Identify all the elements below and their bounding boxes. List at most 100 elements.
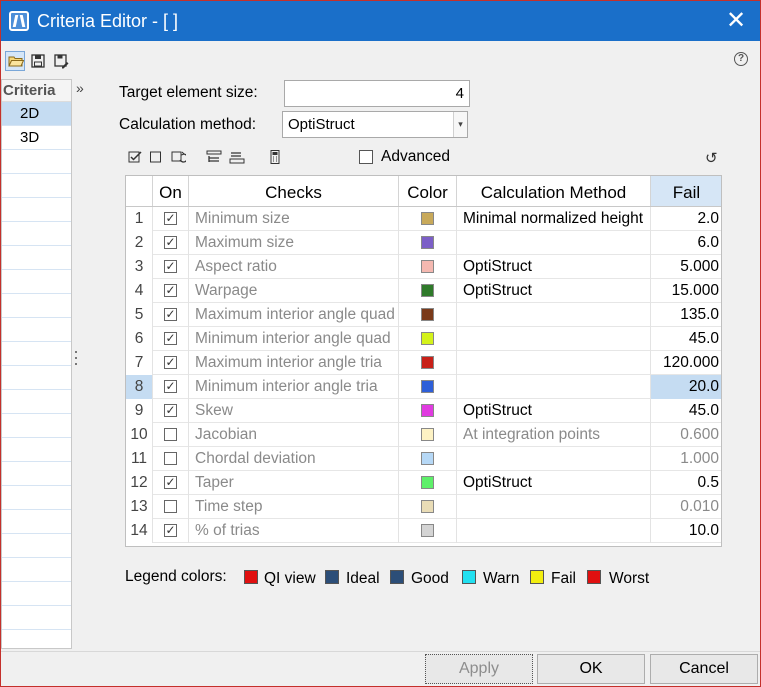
on-checkbox[interactable]: ✓: [164, 380, 177, 393]
fail-value-cell[interactable]: 0.5: [651, 471, 721, 495]
calc-method-cell[interactable]: Minimal normalized height: [457, 207, 651, 231]
color-swatch[interactable]: [421, 380, 434, 393]
color-swatch[interactable]: [421, 524, 434, 537]
header-fail[interactable]: Fail: [651, 176, 721, 206]
calc-method-cell[interactable]: OptiStruct: [457, 255, 651, 279]
on-checkbox[interactable]: ✓: [164, 404, 177, 417]
table-row[interactable]: 10 Jacobian At integration points 0.600: [126, 423, 721, 447]
check-all-icon[interactable]: [127, 149, 143, 165]
collapse-icon[interactable]: [229, 149, 245, 165]
table-row[interactable]: 13 Time step 0.010: [126, 495, 721, 519]
calc-method-cell[interactable]: [457, 447, 651, 471]
chevron-down-icon[interactable]: ▾: [453, 112, 467, 137]
legend-swatch[interactable]: [390, 570, 404, 584]
fail-value-cell[interactable]: 135.0: [651, 303, 721, 327]
table-row[interactable]: 2 ✓ Maximum size 6.0: [126, 231, 721, 255]
calc-method-select[interactable]: OptiStruct ▾: [282, 111, 468, 138]
calc-method-cell[interactable]: [457, 303, 651, 327]
color-swatch[interactable]: [421, 356, 434, 369]
calc-method-cell[interactable]: At integration points: [457, 423, 651, 447]
table-row[interactable]: 14 ✓ % of trias 10.0: [126, 519, 721, 543]
calc-method-cell[interactable]: OptiStruct: [457, 279, 651, 303]
save-as-icon[interactable]: [51, 51, 71, 71]
fail-value-cell[interactable]: 0.010: [651, 495, 721, 519]
ok-button[interactable]: OK: [537, 654, 645, 684]
table-row[interactable]: 6 ✓ Minimum interior angle quad 45.0: [126, 327, 721, 351]
fail-value-cell[interactable]: 2.0: [651, 207, 721, 231]
apply-button[interactable]: Apply: [425, 654, 533, 684]
table-row[interactable]: 1 ✓ Minimum size Minimal normalized height 2…: [126, 207, 721, 231]
calc-method-cell[interactable]: OptiStruct: [457, 399, 651, 423]
criteria-item-3d[interactable]: 3D: [2, 126, 71, 150]
on-checkbox[interactable]: ✓: [164, 284, 177, 297]
header-checks[interactable]: Checks: [189, 176, 399, 206]
uncheck-all-icon[interactable]: [148, 149, 164, 165]
close-icon[interactable]: ✕: [723, 8, 749, 34]
legend-swatch[interactable]: [325, 570, 339, 584]
on-checkbox[interactable]: ✓: [164, 212, 177, 225]
color-swatch[interactable]: [421, 428, 434, 441]
on-checkbox[interactable]: ✓: [164, 260, 177, 273]
color-swatch[interactable]: [421, 404, 434, 417]
on-checkbox[interactable]: [164, 500, 177, 513]
fail-value-cell[interactable]: 5.000: [651, 255, 721, 279]
color-swatch[interactable]: [421, 476, 434, 489]
table-row[interactable]: 3 ✓ Aspect ratio OptiStruct 5.000: [126, 255, 721, 279]
fail-value-cell[interactable]: 6.0: [651, 231, 721, 255]
fail-value-cell[interactable]: 10.0: [651, 519, 721, 543]
on-checkbox[interactable]: ✓: [164, 476, 177, 489]
table-row[interactable]: 8 ✓ Minimum interior angle tria 20.0: [126, 375, 721, 399]
on-checkbox[interactable]: [164, 452, 177, 465]
color-swatch[interactable]: [421, 236, 434, 249]
fail-value-cell[interactable]: 45.0: [651, 327, 721, 351]
color-swatch[interactable]: [421, 308, 434, 321]
on-checkbox[interactable]: ✓: [164, 308, 177, 321]
fail-value-cell[interactable]: 1.000: [651, 447, 721, 471]
on-checkbox[interactable]: ✓: [164, 356, 177, 369]
fail-value-cell[interactable]: 15.000: [651, 279, 721, 303]
legend-swatch[interactable]: [462, 570, 476, 584]
target-size-input[interactable]: 4: [284, 80, 470, 107]
calc-method-cell[interactable]: [457, 231, 651, 255]
advanced-checkbox[interactable]: [359, 150, 373, 164]
help-icon[interactable]: ?: [734, 52, 748, 66]
calc-method-cell[interactable]: [457, 495, 651, 519]
panel-splitter-handle[interactable]: [74, 351, 78, 373]
calc-method-cell[interactable]: [457, 375, 651, 399]
color-swatch[interactable]: [421, 260, 434, 273]
header-color[interactable]: Color: [399, 176, 457, 206]
header-on[interactable]: On: [153, 176, 189, 206]
legend-swatch[interactable]: [587, 570, 601, 584]
reset-icon[interactable]: ↺: [705, 149, 718, 167]
calc-method-cell[interactable]: OptiStruct: [457, 471, 651, 495]
on-checkbox[interactable]: [164, 428, 177, 441]
fail-value-cell[interactable]: 0.600: [651, 423, 721, 447]
fail-value-cell[interactable]: 20.0: [651, 375, 721, 399]
color-swatch[interactable]: [421, 212, 434, 225]
collapse-panel-icon[interactable]: »: [76, 80, 84, 96]
open-folder-icon[interactable]: [5, 51, 25, 71]
color-swatch[interactable]: [421, 500, 434, 513]
color-swatch[interactable]: [421, 284, 434, 297]
on-checkbox[interactable]: ✓: [164, 236, 177, 249]
calc-method-cell[interactable]: [457, 519, 651, 543]
color-swatch[interactable]: [421, 332, 434, 345]
expand-icon[interactable]: [206, 149, 222, 165]
table-row[interactable]: 7 ✓ Maximum interior angle tria 120.000: [126, 351, 721, 375]
fail-value-cell[interactable]: 45.0: [651, 399, 721, 423]
refresh-icon[interactable]: [170, 149, 189, 165]
table-row[interactable]: 11 Chordal deviation 1.000: [126, 447, 721, 471]
criteria-item-2d[interactable]: 2D: [2, 102, 71, 126]
on-checkbox[interactable]: ✓: [164, 524, 177, 537]
cancel-button[interactable]: Cancel: [650, 654, 758, 684]
color-swatch[interactable]: [421, 452, 434, 465]
save-icon[interactable]: [28, 51, 48, 71]
legend-swatch[interactable]: [530, 570, 544, 584]
table-row[interactable]: 9 ✓ Skew OptiStruct 45.0: [126, 399, 721, 423]
calculator-icon[interactable]: [267, 149, 283, 165]
calc-method-cell[interactable]: [457, 351, 651, 375]
legend-swatch[interactable]: [244, 570, 258, 584]
on-checkbox[interactable]: ✓: [164, 332, 177, 345]
table-row[interactable]: 12 ✓ Taper OptiStruct 0.5: [126, 471, 721, 495]
calc-method-cell[interactable]: [457, 327, 651, 351]
